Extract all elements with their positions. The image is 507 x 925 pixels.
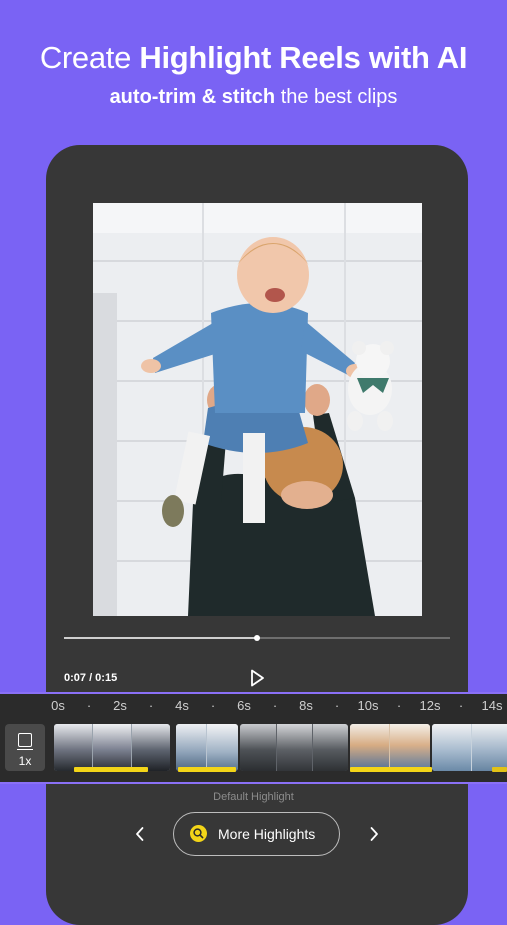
video-preview[interactable] xyxy=(93,203,422,616)
headline-bold: Highlight Reels with AI xyxy=(139,40,468,75)
clip-thumbnail[interactable] xyxy=(176,724,238,771)
ruler-tick: 0s xyxy=(51,698,65,713)
timeline[interactable]: 0s · 2s · 4s · 6s · 8s · 10s · 12s · 14s… xyxy=(0,692,507,784)
search-badge xyxy=(190,825,207,842)
clip-thumbnail[interactable] xyxy=(54,724,170,771)
ruler-tick: · xyxy=(334,698,340,713)
subheadline: auto-trim & stitch the best clips xyxy=(0,86,507,109)
clip-frame xyxy=(207,724,238,771)
progress-knob[interactable] xyxy=(254,635,260,641)
clip-frame xyxy=(277,724,312,771)
clip-thumbnail[interactable] xyxy=(240,724,348,771)
ruler-tick: · xyxy=(148,698,154,713)
preview-illustration xyxy=(93,203,422,616)
ruler-tick: · xyxy=(272,698,278,713)
highlight-segment xyxy=(492,767,507,772)
ruler-tick: 14s xyxy=(481,698,503,713)
ruler-tick: 2s xyxy=(113,698,127,713)
ruler-tick: 12s xyxy=(419,698,441,713)
ruler-tick: 10s xyxy=(357,698,379,713)
clip-frame xyxy=(313,724,348,771)
clip-frame xyxy=(176,724,206,771)
clip-frame xyxy=(93,724,131,771)
play-icon[interactable] xyxy=(247,668,267,688)
more-highlights-button[interactable]: More Highlights xyxy=(173,812,340,856)
ruler-tick: 6s xyxy=(237,698,251,713)
ruler-tick: · xyxy=(396,698,402,713)
speed-label: 1x xyxy=(18,754,32,768)
subheadline-bold: auto-trim & stitch xyxy=(109,86,276,108)
default-highlight-label: Default Highlight xyxy=(213,791,294,803)
ruler-tick: 4s xyxy=(175,698,189,713)
headline: Create Highlight Reels with AI xyxy=(0,40,507,76)
ruler-tick: 8s xyxy=(299,698,313,713)
highlight-segment xyxy=(178,767,236,772)
clip-frame xyxy=(132,724,170,771)
speed-button[interactable]: 1x xyxy=(5,724,45,771)
ruler-tick: · xyxy=(86,698,92,713)
clip-thumbnail[interactable] xyxy=(350,724,430,771)
highlight-segment xyxy=(74,767,148,772)
clip-thumbnail[interactable] xyxy=(432,724,507,771)
playback-progress[interactable] xyxy=(64,635,450,641)
progress-fill xyxy=(64,637,257,639)
aspect-ratio-icon xyxy=(17,733,33,750)
highlight-segment xyxy=(350,767,432,772)
clip-frame xyxy=(472,724,507,771)
time-display: 0:07 / 0:15 xyxy=(64,672,118,684)
chevron-right-icon[interactable] xyxy=(368,826,380,842)
clip-frame xyxy=(350,724,389,771)
ruler-tick: · xyxy=(458,698,464,713)
more-highlights-label: More Highlights xyxy=(218,826,316,842)
clip-frame xyxy=(54,724,92,771)
search-icon xyxy=(193,828,204,839)
ruler-tick: · xyxy=(210,698,216,713)
headline-prefix: Create xyxy=(39,40,132,75)
chevron-left-icon[interactable] xyxy=(134,826,146,842)
clip-frame xyxy=(390,724,430,771)
clip-frame xyxy=(432,724,471,771)
subheadline-rest: the best clips xyxy=(280,86,398,108)
time-ruler: 0s · 2s · 4s · 6s · 8s · 10s · 12s · 14s xyxy=(0,698,507,716)
clip-frame xyxy=(240,724,276,771)
